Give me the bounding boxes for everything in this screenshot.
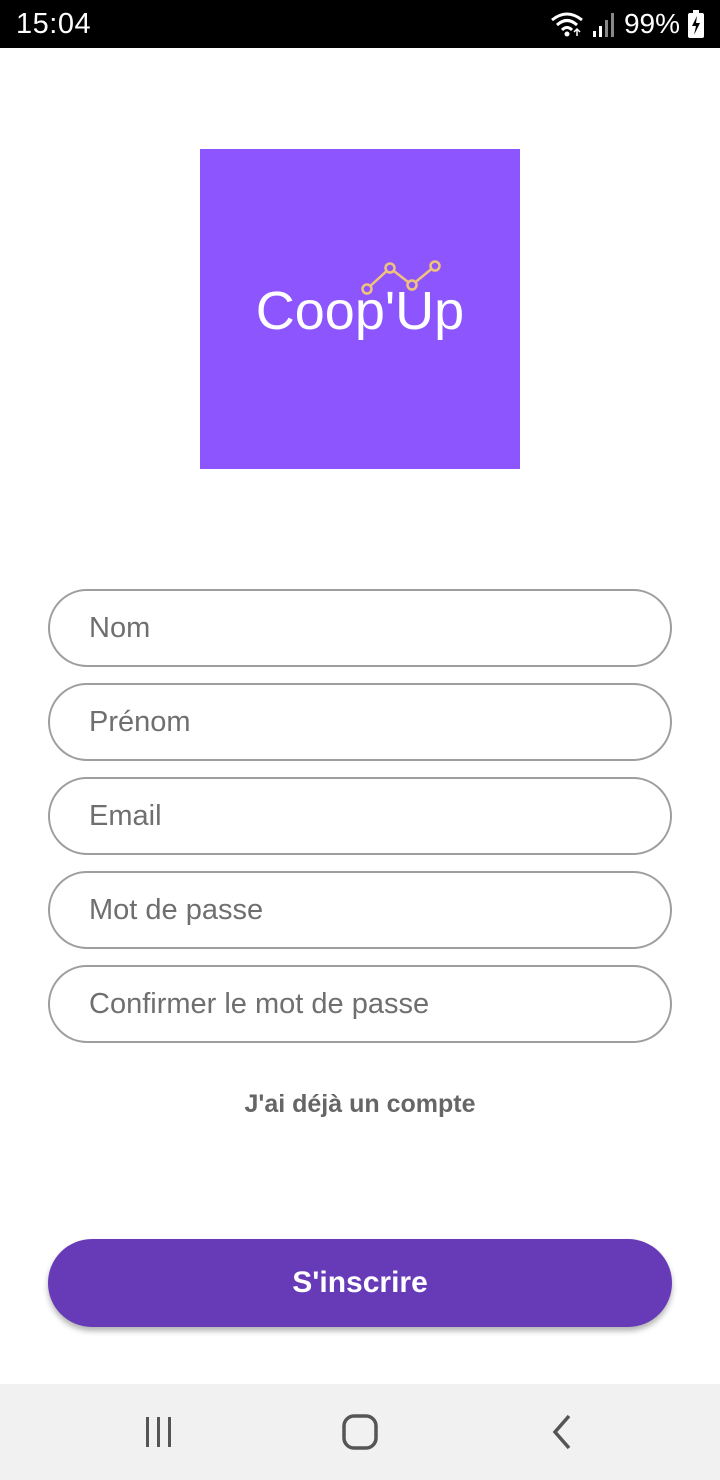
signal-icon bbox=[592, 11, 616, 37]
email-input[interactable] bbox=[89, 779, 670, 853]
status-icons: 99% bbox=[550, 8, 704, 40]
system-nav-bar bbox=[0, 1384, 720, 1480]
first-name-field[interactable] bbox=[48, 683, 672, 761]
last-name-input[interactable] bbox=[89, 591, 670, 665]
last-name-field[interactable] bbox=[48, 589, 672, 667]
back-icon[interactable] bbox=[543, 1412, 583, 1452]
already-have-account-link[interactable]: J'ai déjà un compte bbox=[0, 1090, 720, 1126]
signup-button[interactable]: S'inscrire bbox=[48, 1239, 672, 1327]
confirm-password-input[interactable] bbox=[89, 967, 670, 1041]
wifi-icon bbox=[550, 10, 584, 38]
first-name-input[interactable] bbox=[89, 685, 670, 759]
status-bar: 15:04 99% bbox=[0, 0, 720, 48]
battery-charging-icon bbox=[688, 10, 704, 38]
email-field[interactable] bbox=[48, 777, 672, 855]
home-icon[interactable] bbox=[340, 1412, 380, 1452]
battery-percentage: 99% bbox=[623, 8, 680, 39]
recent-apps-icon[interactable] bbox=[139, 1412, 179, 1452]
logo-text: Coop'Up bbox=[256, 281, 464, 341]
confirm-password-field[interactable] bbox=[48, 965, 672, 1043]
password-input[interactable] bbox=[89, 873, 670, 947]
password-field[interactable] bbox=[48, 871, 672, 949]
status-time: 15:04 bbox=[16, 7, 92, 40]
app-logo: Coop'Up bbox=[200, 149, 520, 469]
